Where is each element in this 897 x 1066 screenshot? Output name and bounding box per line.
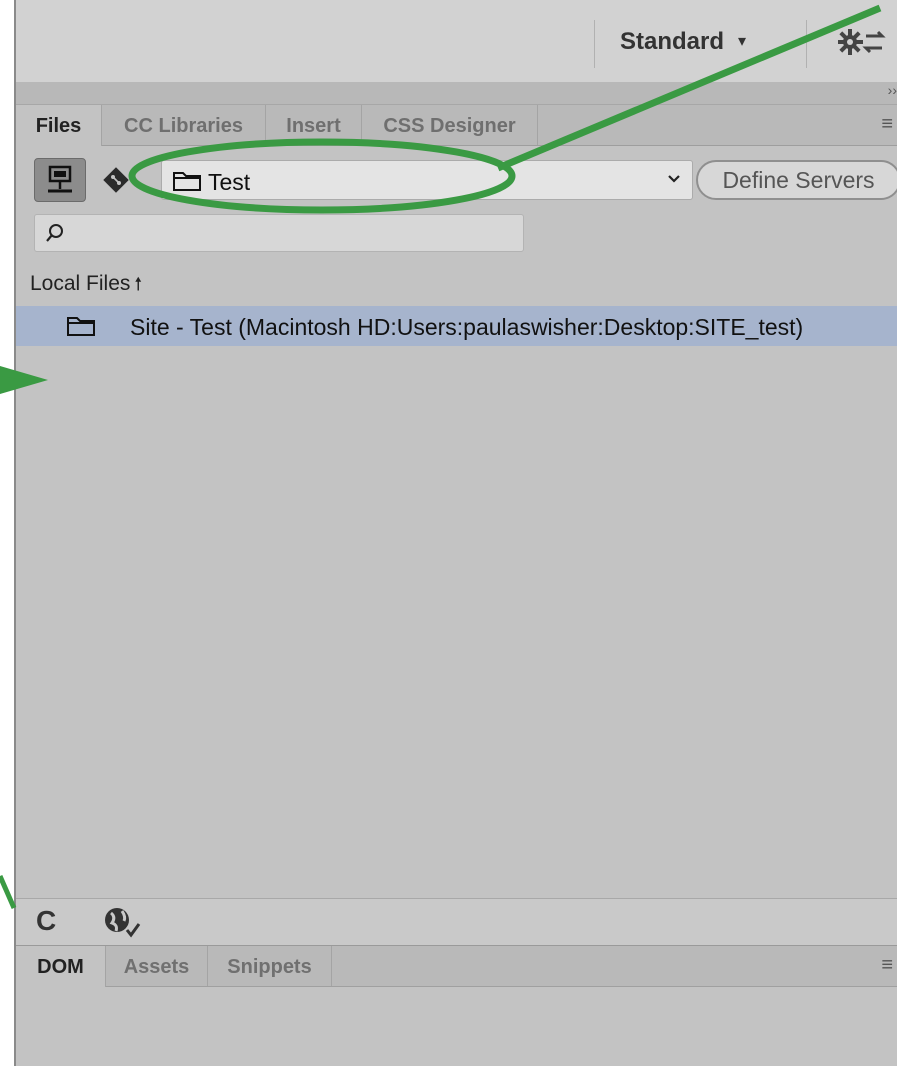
divider	[806, 20, 807, 68]
divider	[594, 20, 595, 68]
file-row-site[interactable]: Site - Test (Macintosh HD:Users:paulaswi…	[16, 306, 897, 346]
git-icon[interactable]	[101, 165, 131, 195]
connect-icon	[48, 165, 72, 193]
tab-dom[interactable]: DOM	[16, 946, 106, 987]
tab-snippets[interactable]: Snippets	[208, 946, 332, 986]
dreamweaver-panel-frame: Standard ▾ ›› Files CC Libraries Insert C…	[14, 0, 897, 1066]
site-select-value: Test	[208, 169, 251, 195]
chevron-down-icon	[666, 169, 682, 194]
connect-to-remote-button[interactable]	[34, 158, 86, 202]
collapse-panels-icon[interactable]: ››	[888, 82, 897, 98]
file-search-input[interactable]	[34, 214, 524, 252]
folder-icon	[66, 315, 96, 342]
annotation-arrow-line	[0, 874, 17, 910]
tab-cc-libraries[interactable]: CC Libraries	[102, 105, 266, 145]
tab-css-designer[interactable]: CSS Designer	[362, 105, 538, 145]
sort-ascending-icon: 🠕	[134, 274, 143, 294]
lower-panel-tab-bar: DOM Assets Snippets ≡	[16, 946, 897, 987]
file-row-label: Site - Test (Macintosh HD:Users:paulaswi…	[130, 314, 804, 340]
workspace-label: Standard	[620, 28, 725, 55]
tab-files[interactable]: Files	[16, 105, 102, 146]
tab-insert[interactable]: Insert	[266, 105, 362, 145]
define-servers-button[interactable]: Define Servers	[696, 160, 897, 200]
site-select[interactable]: Test	[161, 160, 693, 200]
workspace-switcher[interactable]: Standard ▾	[620, 28, 746, 56]
local-files-label: Local Files	[30, 272, 131, 295]
validate-globe-icon[interactable]	[102, 905, 142, 944]
panel-menu-icon[interactable]: ≡	[881, 954, 893, 977]
gear-sync-icon[interactable]	[837, 26, 886, 65]
folder-icon	[172, 170, 202, 197]
refresh-icon[interactable]: C	[36, 905, 56, 937]
panel-tab-bar: Files CC Libraries Insert CSS Designer ≡	[16, 105, 897, 146]
workspace-bar: Standard ▾	[16, 0, 897, 83]
local-files-header[interactable]: Local Files 🠕	[30, 272, 142, 302]
search-icon	[43, 221, 67, 250]
panel-menu-icon[interactable]: ≡	[881, 113, 893, 136]
chevron-down-icon: ▾	[738, 33, 747, 50]
panel-strip: ››	[16, 82, 897, 105]
tab-assets[interactable]: Assets	[106, 946, 208, 986]
files-bottom-toolbar: C	[16, 898, 897, 946]
